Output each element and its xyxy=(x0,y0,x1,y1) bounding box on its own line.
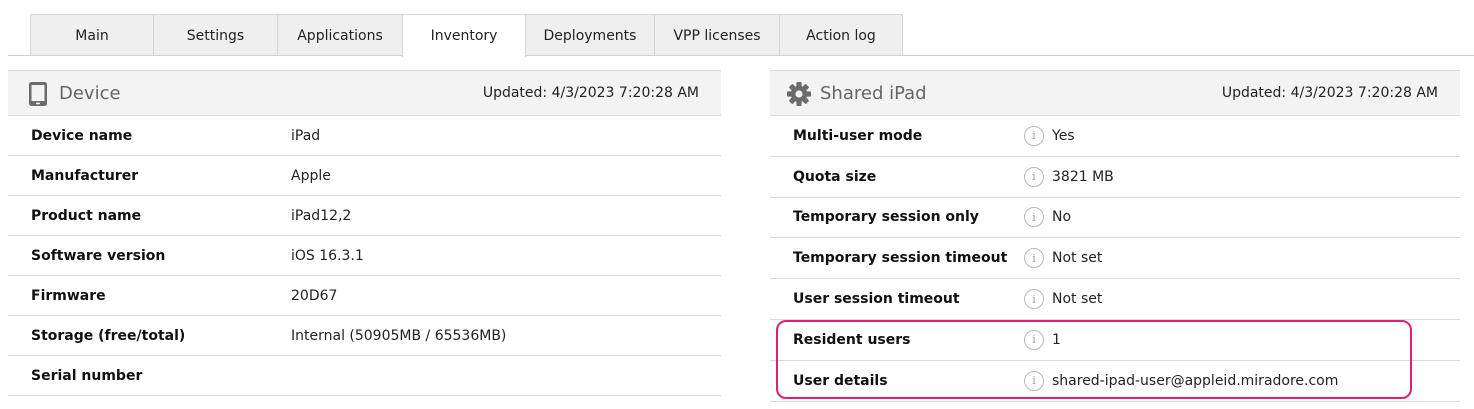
table-row: Device name iPad xyxy=(8,116,721,156)
tab-label: Deployments xyxy=(543,27,637,44)
tab-applications[interactable]: Applications xyxy=(277,14,403,56)
table-row: Manufacturer Apple xyxy=(8,156,721,196)
row-label: Temporary session only xyxy=(793,209,979,226)
info-icon[interactable]: i xyxy=(1024,125,1044,146)
tab-inventory[interactable]: Inventory xyxy=(402,14,526,57)
row-label: Quota size xyxy=(793,168,877,185)
device-panel: Device Updated: 4/3/2023 7:20:28 AM Devi… xyxy=(8,70,721,396)
table-row: Product name iPad12,2 xyxy=(8,196,721,236)
gear-icon xyxy=(787,82,811,106)
tab-label: VPP licenses xyxy=(673,27,761,44)
tab-main[interactable]: Main xyxy=(30,14,154,56)
row-value: Internal (50905MB / 65536MB) xyxy=(291,327,507,344)
row-value: 20D67 xyxy=(291,287,338,304)
row-label: Multi-user mode xyxy=(793,127,923,144)
tab-action-log[interactable]: Action log xyxy=(779,14,903,56)
tablet-icon xyxy=(29,82,47,106)
row-label: User session timeout xyxy=(793,291,960,308)
table-row: Multi-user mode i Yes xyxy=(770,116,1460,157)
info-icon[interactable]: i xyxy=(1024,207,1044,228)
table-row: Storage (free/total) Internal (50905MB / … xyxy=(8,316,721,356)
table-row: Software version iOS 16.3.1 xyxy=(8,236,721,276)
row-label: Resident users xyxy=(793,331,911,348)
table-row: Firmware 20D67 xyxy=(8,276,721,316)
tab-label: Inventory xyxy=(430,28,498,44)
tab-label: Settings xyxy=(186,27,245,44)
info-icon[interactable]: i xyxy=(1024,370,1044,391)
shared-ipad-panel-header: Shared iPad Updated: 4/3/2023 7:20:28 AM xyxy=(770,70,1460,116)
tab-label: Action log xyxy=(806,27,876,44)
row-label: Temporary session timeout xyxy=(793,250,1008,267)
table-row: Temporary session timeout i Not set xyxy=(770,238,1460,280)
tab-bar: Main Settings Applications Inventory Dep… xyxy=(30,14,903,57)
row-value: iPad xyxy=(291,127,321,144)
row-value: 1 xyxy=(1052,331,1061,348)
table-row: Quota size i 3821 MB xyxy=(770,157,1460,198)
row-value: Not set xyxy=(1052,250,1103,267)
table-row: User session timeout i Not set xyxy=(770,279,1460,320)
tab-label: Main xyxy=(75,27,109,44)
row-label: User details xyxy=(793,372,888,389)
info-icon[interactable]: i xyxy=(1024,248,1044,269)
row-value: iOS 16.3.1 xyxy=(291,247,364,264)
device-updated-timestamp: Updated: 4/3/2023 7:20:28 AM xyxy=(482,85,699,101)
row-label: Device name xyxy=(31,127,133,144)
row-value: 3821 MB xyxy=(1052,168,1114,185)
row-label: Software version xyxy=(31,247,166,264)
row-label: Product name xyxy=(31,207,142,224)
row-value: Apple xyxy=(291,167,331,184)
table-row: User details i shared-ipad-user@appleid.mi… xyxy=(770,361,1460,402)
info-icon[interactable]: i xyxy=(1024,289,1044,310)
shared-ipad-panel: Shared iPad Updated: 4/3/2023 7:20:28 AM… xyxy=(770,70,1460,402)
info-icon[interactable]: i xyxy=(1024,166,1044,187)
row-value: No xyxy=(1052,209,1072,226)
device-panel-header: Device Updated: 4/3/2023 7:20:28 AM xyxy=(8,70,721,116)
row-value: iPad12,2 xyxy=(291,207,352,224)
row-value: shared-ipad-user@appleid.miradore.com xyxy=(1052,372,1339,389)
tab-label: Applications xyxy=(297,27,383,44)
tab-deployments[interactable]: Deployments xyxy=(525,14,655,56)
row-label: Serial number xyxy=(31,367,143,384)
row-label: Storage (free/total) xyxy=(31,327,186,344)
device-panel-title: Device xyxy=(59,82,121,104)
tab-divider xyxy=(8,55,1474,56)
shared-ipad-updated-timestamp: Updated: 4/3/2023 7:20:28 AM xyxy=(1221,85,1438,101)
row-value: Yes xyxy=(1052,127,1075,144)
tab-settings[interactable]: Settings xyxy=(153,14,278,56)
table-row: Resident users i 1 xyxy=(770,320,1460,361)
tab-vpp-licenses[interactable]: VPP licenses xyxy=(654,14,780,56)
row-label: Manufacturer xyxy=(31,167,139,184)
shared-ipad-panel-title: Shared iPad xyxy=(820,82,927,104)
table-row: Serial number xyxy=(8,356,721,396)
row-value: Not set xyxy=(1052,291,1103,308)
info-icon[interactable]: i xyxy=(1024,329,1044,350)
row-label: Firmware xyxy=(31,287,106,304)
table-row: Temporary session only i No xyxy=(770,198,1460,239)
